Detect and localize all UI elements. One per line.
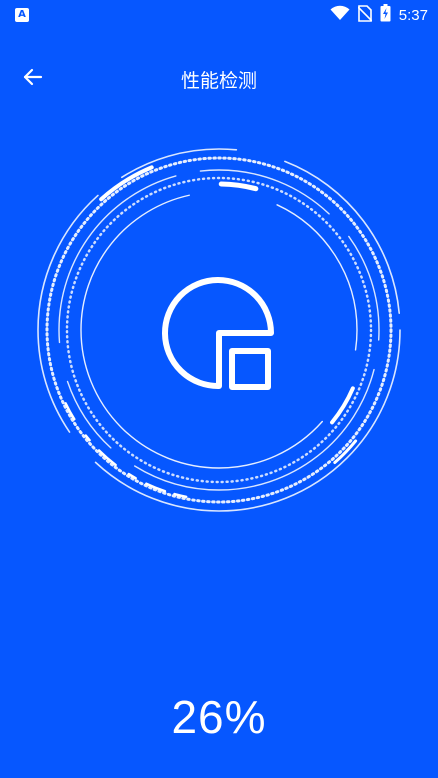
wifi-icon [330, 5, 350, 25]
app-notification-icon: A [15, 8, 29, 22]
status-time: 5:37 [398, 6, 428, 24]
progress-gauge [19, 145, 419, 515]
status-bar: A 5:37 [0, 0, 438, 30]
performance-pie-chart-icon [162, 277, 274, 390]
no-sim-icon [357, 4, 373, 26]
performance-check-screen: A 5:37 性能检测 26% [0, 0, 438, 778]
gauge-rings [37, 148, 401, 512]
progress-percent: 26% [171, 691, 267, 743]
battery-charging-icon [380, 4, 391, 26]
status-icons: 5:37 [330, 4, 428, 26]
page-title: 性能检测 [180, 70, 257, 92]
header: 性能检测 [0, 52, 438, 104]
